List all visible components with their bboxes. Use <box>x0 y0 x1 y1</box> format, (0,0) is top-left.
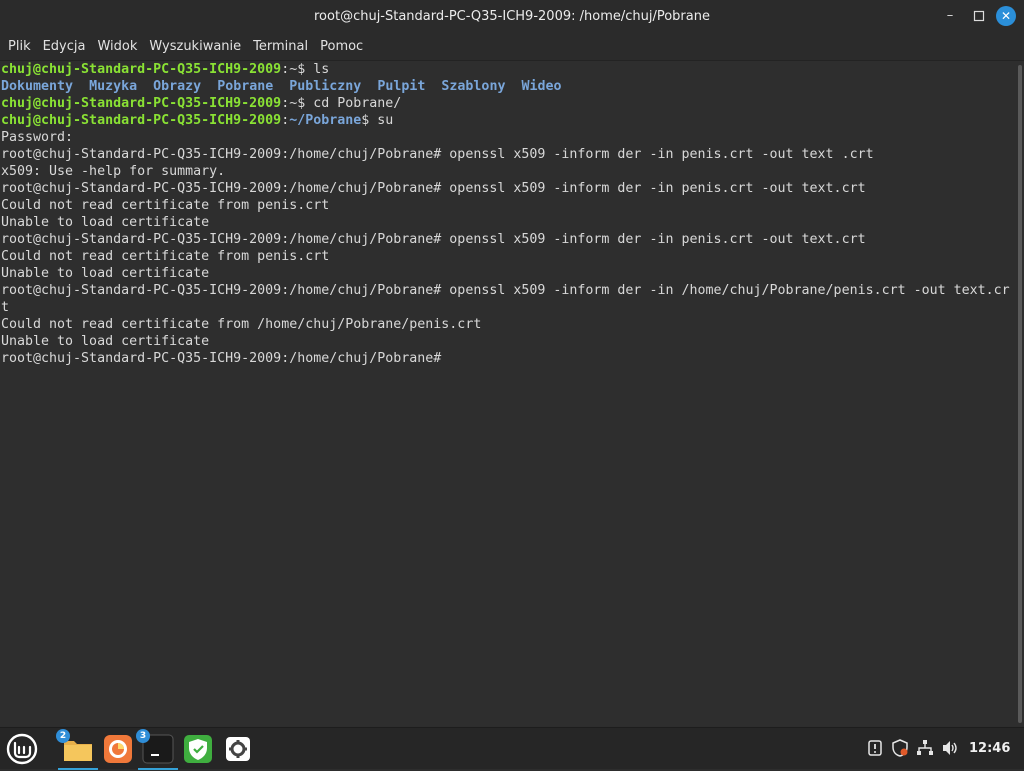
terminal-line: root@chuj-Standard-PC-Q35-ICH9-2009:/hom… <box>0 350 1016 367</box>
terminal-text-segment: Dokumenty <box>1 79 74 94</box>
window-titlebar[interactable]: root@chuj-Standard-PC-Q35-ICH9-2009: /ho… <box>0 0 1024 33</box>
terminal-text-segment: Pobrane <box>217 79 274 94</box>
menu-plik[interactable]: Plik <box>4 33 35 60</box>
update-shield-icon[interactable] <box>891 739 909 757</box>
gear-icon <box>226 737 250 761</box>
firefox-app-button[interactable] <box>100 731 136 767</box>
maximize-button[interactable] <box>969 6 989 26</box>
menu-pomoc[interactable]: Pomoc <box>316 33 367 60</box>
terminal-text-segment: chuj@chuj-Standard-PC-Q35-ICH9-2009 <box>1 62 282 77</box>
window-title: root@chuj-Standard-PC-Q35-ICH9-2009: /ho… <box>314 9 710 24</box>
terminal-line: Unable to load certificate <box>0 333 1016 350</box>
terminal-text-segment: root@chuj-Standard-PC-Q35-ICH9-2009:/hom… <box>1 232 866 247</box>
terminal-text-segment: :~$ ls <box>281 62 330 77</box>
terminal-line: root@chuj-Standard-PC-Q35-ICH9-2009:/hom… <box>0 231 1016 248</box>
terminal-text-segment: Could not read certificate from /home/ch… <box>1 317 482 332</box>
terminal-badge: 3 <box>136 729 150 743</box>
terminal-text-segment: Could not read certificate from penis.cr… <box>1 249 330 264</box>
menu-terminal[interactable]: Terminal <box>249 33 312 60</box>
terminal-text-segment: :~$ cd Pobrane/ <box>281 96 402 111</box>
taskbar: 2 3 12:46 <box>0 727 1024 770</box>
terminal-output[interactable]: chuj@chuj-Standard-PC-Q35-ICH9-2009:~$ l… <box>0 61 1016 726</box>
terminal-active-indicator <box>138 768 178 770</box>
terminal-line: chuj@chuj-Standard-PC-Q35-ICH9-2009:~/Po… <box>0 112 1016 129</box>
terminal-text-segment: chuj@chuj-Standard-PC-Q35-ICH9-2009 <box>1 113 282 128</box>
terminal-text-segment: Could not read certificate from penis.cr… <box>1 198 330 213</box>
terminal-line: t <box>0 299 1016 316</box>
terminal-text-segment: root@chuj-Standard-PC-Q35-ICH9-2009:/hom… <box>1 351 442 366</box>
terminal-line: root@chuj-Standard-PC-Q35-ICH9-2009:/hom… <box>0 282 1016 299</box>
files-badge: 2 <box>56 729 70 743</box>
terminal-text-segment: x509: Use -help for summary. <box>1 164 226 179</box>
terminal-line: Could not read certificate from penis.cr… <box>0 248 1016 265</box>
terminal-text-segment: Unable to load certificate <box>1 334 210 349</box>
terminal-text-segment: t <box>1 300 10 315</box>
terminal-line: Dokumenty Muzyka Obrazy Pobrane Publiczn… <box>0 78 1016 95</box>
terminal-text-segment: Pulpit <box>377 79 426 94</box>
terminal-app-button[interactable]: 3 <box>136 729 178 770</box>
volume-icon[interactable] <box>941 739 959 757</box>
terminal-line: chuj@chuj-Standard-PC-Q35-ICH9-2009:~$ l… <box>0 61 1016 78</box>
menu-button[interactable] <box>4 731 40 767</box>
terminal-line: Unable to load certificate <box>0 265 1016 282</box>
menu-bar: Plik Edycja Widok Wyszukiwanie Terminal Pomoc <box>0 33 1024 61</box>
terminal-line: Could not read certificate from penis.cr… <box>0 197 1016 214</box>
close-button[interactable]: ✕ <box>996 6 1016 26</box>
minimize-button[interactable]: – <box>940 6 960 26</box>
terminal-text-segment: root@chuj-Standard-PC-Q35-ICH9-2009:/hom… <box>1 147 874 162</box>
notification-icon[interactable] <box>866 739 884 757</box>
terminal-text-segment: Obrazy <box>153 79 202 94</box>
menu-edycja[interactable]: Edycja <box>39 33 90 60</box>
terminal-text-segment: root@chuj-Standard-PC-Q35-ICH9-2009:/hom… <box>1 283 1010 298</box>
clock[interactable]: 12:46 <box>969 728 1010 769</box>
terminal-text-segment: Unable to load certificate <box>1 266 210 281</box>
terminal-line: Could not read certificate from /home/ch… <box>0 316 1016 333</box>
terminal-line: Unable to load certificate <box>0 214 1016 231</box>
terminal-text-segment: Muzyka <box>89 79 138 94</box>
files-active-indicator <box>58 768 98 770</box>
terminal-line: Password: <box>0 129 1016 146</box>
terminal-text-segment: $ su <box>361 113 394 128</box>
terminal-line: x509: Use -help for summary. <box>0 163 1016 180</box>
firefox-icon <box>104 735 132 763</box>
update-manager-app-button[interactable] <box>180 731 216 767</box>
terminal-text-segment: Unable to load certificate <box>1 215 210 230</box>
terminal-text-segment: root@chuj-Standard-PC-Q35-ICH9-2009:/hom… <box>1 181 866 196</box>
terminal-line: root@chuj-Standard-PC-Q35-ICH9-2009:/hom… <box>0 180 1016 197</box>
terminal-text-segment: chuj@chuj-Standard-PC-Q35-ICH9-2009 <box>1 96 282 111</box>
shield-check-icon <box>184 735 212 763</box>
terminal-scrollbar[interactable] <box>1016 61 1024 726</box>
terminal-text-segment: Password: <box>1 130 74 145</box>
scrollbar-thumb[interactable] <box>1018 65 1022 723</box>
network-icon[interactable] <box>916 739 934 757</box>
maximize-icon <box>973 10 985 22</box>
linux-mint-logo-icon <box>6 733 38 765</box>
terminal-text-segment: Szablony <box>441 79 506 94</box>
settings-app-button[interactable] <box>220 731 256 767</box>
terminal-text-segment: ~/Pobrane <box>289 113 362 128</box>
terminal-text-segment: Publiczny <box>289 79 362 94</box>
terminal-line: chuj@chuj-Standard-PC-Q35-ICH9-2009:~$ c… <box>0 95 1016 112</box>
menu-wyszukiwanie[interactable]: Wyszukiwanie <box>145 33 245 60</box>
menu-widok[interactable]: Widok <box>93 33 141 60</box>
files-app-button[interactable]: 2 <box>56 729 98 770</box>
terminal-text-segment: Wideo <box>521 79 562 94</box>
terminal-line: root@chuj-Standard-PC-Q35-ICH9-2009:/hom… <box>0 146 1016 163</box>
